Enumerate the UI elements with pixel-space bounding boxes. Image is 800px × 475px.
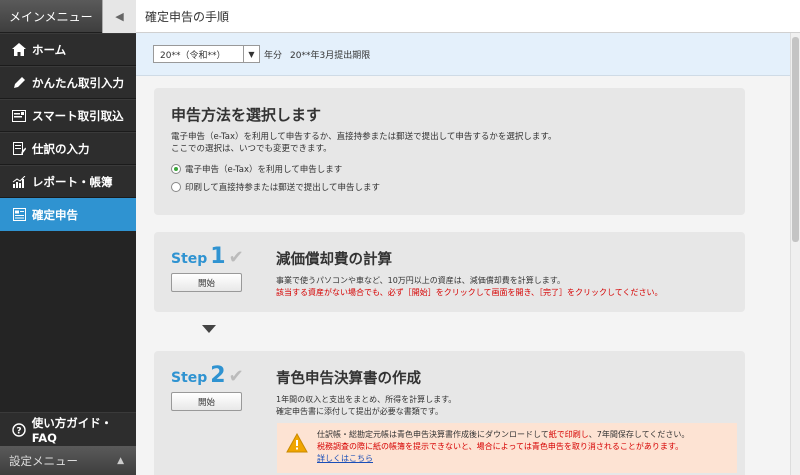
sidebar-item-easy-entry[interactable]: かんたん取引入力	[0, 66, 136, 99]
step-1-desc: 事業で使うパソコンや車など、10万円以上の資産は、減価償却費を計算します。	[276, 276, 565, 285]
step-2-start-button[interactable]: 開始	[171, 392, 242, 411]
dropdown-arrow-icon: ▼	[243, 46, 259, 62]
step-word: Step	[171, 251, 208, 267]
step-number: 2	[210, 363, 226, 388]
start-button-label: 開始	[197, 397, 215, 408]
import-icon	[10, 109, 28, 122]
journal-icon	[10, 142, 28, 155]
bookkeeping-warning: 仕訳帳・総勘定元帳は青色申告決算書作成後にダウンロードして紙で印刷し、7年間保存…	[277, 423, 737, 473]
sidebar-item-label: 仕訳の入力	[32, 141, 90, 156]
warning-line-1: 仕訳帳・総勘定元帳は青色申告決算書作成後にダウンロードして紙で印刷し、7年間保存…	[317, 429, 737, 441]
check-icon: ✔	[228, 366, 244, 387]
option-etax[interactable]: 電子申告（e-Tax）を利用して申告します	[171, 163, 728, 175]
step-1-title: 減価償却費の計算	[276, 252, 392, 268]
help-faq-link[interactable]: ? 使い方ガイド・FAQ	[0, 412, 136, 446]
filing-method-desc-1: 電子申告（e-Tax）を利用して申告するか、直接持参または郵送で提出して申告する…	[171, 132, 557, 142]
sidebar-item-label: レポート・帳簿	[32, 174, 113, 189]
sidebar-item-journal[interactable]: 仕訳の入力	[0, 132, 136, 165]
help-faq-label: 使い方ガイド・FAQ	[31, 415, 113, 445]
sidebar-item-label: かんたん取引入力	[32, 75, 124, 90]
year-bar: 20**（令和**） ▼ 年分 20**年3月提出期限	[136, 33, 800, 76]
sidebar-item-home[interactable]: ホーム	[0, 33, 136, 66]
main-content: 確定申告の手順 20**（令和**） ▼ 年分 20**年3月提出期限 申告方法…	[136, 0, 800, 475]
step-1-card: Step 1 ✔ 開始 減価償却費の計算 事業で使うパソコンや車など、10万円以…	[154, 232, 745, 312]
warning-line-2: 税務調査の際に紙の帳簿を提示できないと、場合によっては青色申告を取り消されること…	[317, 442, 684, 451]
step-2-body: 青色申告決算書の作成 1年間の収入と支出をまとめ、所得を計算します。 確定申告書…	[276, 367, 736, 418]
option-print-label: 印刷して直接持参または郵送で提出して申告します	[185, 183, 380, 193]
step-2-title: 青色申告決算書の作成	[276, 371, 421, 387]
settings-menu-label: 設定メニュー	[9, 453, 78, 468]
sidebar-item-smart-import[interactable]: スマート取引取込	[0, 99, 136, 132]
step-1-label: Step 1 ✔	[171, 244, 244, 269]
page-title: 確定申告の手順	[145, 9, 230, 24]
main-menu-header: メインメニュー ◀	[0, 0, 136, 33]
vertical-scrollbar[interactable]	[790, 33, 800, 475]
year-suffix: 年分	[264, 50, 283, 61]
step-2-desc-2: 確定申告書に添付して提出が必要な書類です。	[276, 407, 443, 416]
filing-method-desc-2: ここでの選択は、いつでも変更できます。	[171, 144, 332, 154]
chevron-left-icon: ◀	[115, 10, 124, 23]
settings-menu-button[interactable]: 設定メニュー ▲	[0, 446, 136, 475]
step-1-note: 該当する資産がない場合でも、必ず［開始］をクリックして画面を開き、［完了］をクリ…	[276, 288, 663, 297]
deadline-text: 20**年3月提出期限	[290, 50, 371, 61]
sidebar-item-tax-return[interactable]: 確定申告	[0, 198, 136, 231]
home-icon	[10, 43, 28, 56]
warning-line-1-emphasis: 紙で印刷し	[548, 430, 589, 439]
step-2-desc-1: 1年間の収入と支出をまとめ、所得を計算します。	[276, 395, 457, 404]
filing-method-card: 申告方法を選択します 電子申告（e-Tax）を利用して申告するか、直接持参または…	[154, 88, 745, 215]
main-sidebar: メインメニュー ◀ ホーム かんたん取引入力 スマート取引取込 仕訳の入力 レポ…	[0, 0, 136, 475]
step-2-card: Step 2 ✔ 開始 青色申告決算書の作成 1年間の収入と支出をまとめ、所得を…	[154, 351, 745, 475]
svg-text:?: ?	[16, 426, 21, 436]
chevron-up-icon: ▲	[117, 455, 124, 466]
print-radio[interactable]	[171, 182, 181, 192]
step-1-start-button[interactable]: 開始	[171, 273, 242, 292]
scrollbar-thumb[interactable]	[792, 37, 799, 242]
sidebar-item-label: ホーム	[32, 42, 67, 57]
start-button-label: 開始	[197, 278, 215, 289]
down-arrow-icon	[202, 325, 216, 333]
pencil-icon	[10, 76, 28, 89]
step-1-body: 減価償却費の計算 事業で使うパソコンや車など、10万円以上の資産は、減価償却費を…	[276, 248, 736, 299]
option-etax-label: 電子申告（e-Tax）を利用して申告します	[185, 165, 343, 175]
filing-method-title: 申告方法を選択します	[171, 106, 322, 124]
step-number: 1	[210, 244, 226, 269]
sidebar-spacer	[0, 231, 136, 412]
sidebar-item-reports[interactable]: レポート・帳簿	[0, 165, 136, 198]
step-2-label: Step 2 ✔	[171, 363, 244, 388]
check-icon: ✔	[228, 247, 244, 268]
sidebar-item-label: スマート取引取込	[32, 108, 124, 123]
step-word: Step	[171, 370, 208, 386]
tax-return-icon	[10, 208, 28, 221]
year-select-value: 20**（令和**）	[160, 50, 226, 61]
warning-icon	[286, 433, 308, 453]
year-select[interactable]: 20**（令和**） ▼	[153, 45, 260, 63]
etax-radio[interactable]	[171, 164, 181, 174]
warning-line-1-tail: 、7年間保存してください。	[588, 430, 690, 439]
sidebar-item-label: 確定申告	[32, 207, 78, 222]
main-menu-title: メインメニュー	[9, 9, 93, 24]
report-icon	[10, 175, 28, 188]
warning-line-1-text: 仕訳帳・総勘定元帳は青色申告決算書作成後にダウンロードして	[317, 430, 549, 439]
question-circle-icon: ?	[10, 422, 28, 437]
collapse-sidebar-button[interactable]: ◀	[102, 0, 136, 33]
option-print[interactable]: 印刷して直接持参または郵送で提出して申告します	[171, 181, 728, 193]
page-header: 確定申告の手順	[136, 0, 800, 33]
details-link[interactable]: 詳しくはこちら	[317, 454, 373, 463]
